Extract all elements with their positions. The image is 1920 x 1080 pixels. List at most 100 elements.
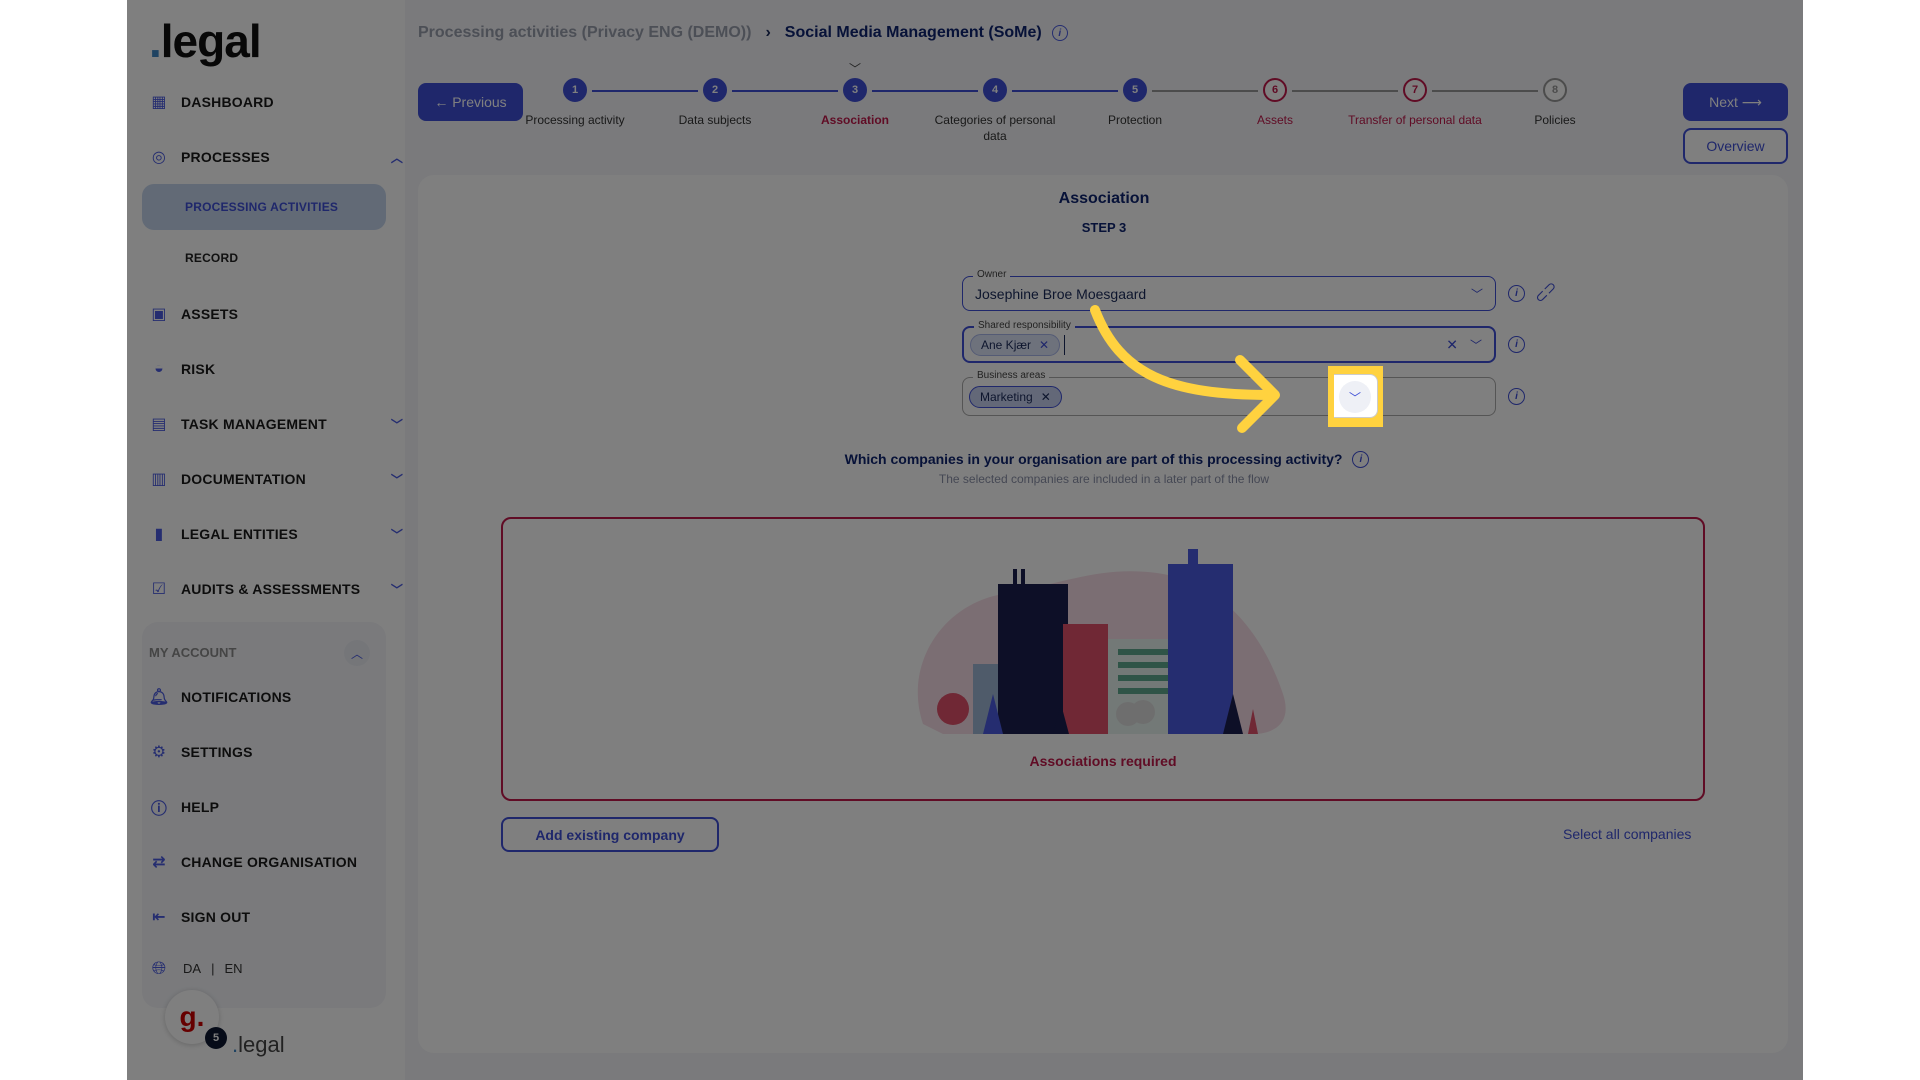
breadcrumb-separator: ›: [765, 24, 771, 41]
step-6[interactable]: 6 Assets: [1205, 60, 1345, 128]
sidebar-item-task-management[interactable]: ▤ TASK MANAGEMENT ﹀: [149, 409, 405, 439]
calendar-edit-icon: ▤: [151, 416, 167, 433]
buildings-icon: ▮: [154, 526, 164, 543]
step-8[interactable]: 8 Policies: [1485, 60, 1625, 128]
step-number: 4: [983, 78, 1007, 102]
step-indicator: STEP 3: [1081, 220, 1127, 235]
step-label: Processing activity: [525, 113, 625, 127]
sidebar-item-settings[interactable]: ⚙ SETTINGS: [149, 737, 253, 767]
shared-responsibility-label: Shared responsibility: [974, 320, 1075, 331]
info-icon[interactable]: i: [1508, 285, 1525, 302]
lang-da[interactable]: DA: [183, 961, 201, 976]
chevron-down-icon[interactable]: ﹀: [1339, 381, 1371, 413]
document-upload-icon: ▥: [151, 471, 167, 488]
sidebar-item-change-organisation[interactable]: ⇄ CHANGE ORGANISATION: [149, 847, 357, 877]
sidebar-item-help[interactable]: ⓘ HELP: [149, 792, 219, 822]
switch-icon: ⇄: [152, 854, 166, 871]
step-label: Protection: [1107, 113, 1163, 127]
step-5[interactable]: 5 Protection: [1065, 60, 1205, 128]
sidebar-item-audits[interactable]: ☑ AUDITS & ASSESSMENTS ﹀: [149, 574, 405, 604]
chevron-down-icon[interactable]: ﹀: [389, 581, 405, 597]
owner-label: Owner: [973, 269, 1011, 280]
sidebar-item-dashboard[interactable]: ▦ DASHBOARD: [149, 87, 274, 117]
info-icon[interactable]: i: [1051, 25, 1068, 41]
info-icon[interactable]: i: [1508, 336, 1525, 353]
chevron-down-icon[interactable]: ﹀: [1471, 285, 1483, 302]
step-number: 2: [703, 78, 727, 102]
sidebar-item-documentation[interactable]: ▥ DOCUMENTATION ﹀: [149, 464, 405, 494]
current-step-caret-icon: ﹀: [849, 62, 862, 76]
associations-required-box: Associations required: [501, 517, 1705, 801]
checklist-icon: ☑: [151, 581, 167, 598]
bell-icon: 🔔︎: [148, 689, 170, 706]
chevron-down-icon[interactable]: ﹀: [389, 471, 405, 487]
chevron-up-icon[interactable]: ︿: [389, 149, 405, 165]
dashboard-icon: ▦: [151, 94, 167, 111]
step-number: 1: [563, 78, 587, 102]
breadcrumb: Processing activities (Privacy ENG (DEMO…: [418, 24, 1068, 42]
globe-icon: 🌐︎: [151, 957, 167, 978]
step-number: 8: [1543, 78, 1567, 102]
step-2[interactable]: 2 Data subjects: [645, 60, 785, 128]
gear-icon: ⚙: [151, 744, 167, 761]
step-7[interactable]: 7 Transfer of personal data: [1345, 60, 1485, 128]
step-number: 7: [1403, 78, 1427, 102]
info-icon[interactable]: i: [1352, 451, 1370, 468]
sidebar-item-processes[interactable]: ◎ PROCESSES ︿: [149, 142, 405, 172]
app-logo[interactable]: .legal: [149, 14, 262, 68]
step-1[interactable]: 1 Processing activity: [505, 60, 645, 128]
sidebar-item-sign-out[interactable]: ⇤ SIGN OUT: [149, 902, 250, 932]
select-all-companies-link[interactable]: Select all companies: [1563, 826, 1691, 842]
breadcrumb-parent[interactable]: Processing activities (Privacy ENG (DEMO…: [418, 24, 751, 42]
chevron-down-icon[interactable]: ﹀: [389, 526, 405, 542]
stepper: 1 Processing activity 2 Data subjects ﹀ 3 Asso…: [405, 60, 1803, 160]
add-existing-company-button[interactable]: Add existing company: [501, 817, 719, 852]
sidebar-item-risk[interactable]: ◒ RISK: [149, 354, 215, 384]
app-window: .legal ▦ DASHBOARD ◎ PROCESSES ︿ PROCESS…: [127, 0, 1803, 1080]
main-content: Processing activities (Privacy ENG (DEMO…: [405, 0, 1803, 1080]
sidebar-item-notifications[interactable]: 🔔︎ NOTIFICATIONS: [148, 682, 292, 712]
sidebar-item-legal-entities[interactable]: ▮ LEGAL ENTITIES ﹀: [149, 519, 405, 549]
remove-chip-icon[interactable]: ✕: [1039, 338, 1049, 352]
chevron-up-icon[interactable]: ︿: [344, 640, 370, 666]
sidebar-item-assets[interactable]: ▣ ASSETS: [149, 299, 238, 329]
language-switcher: 🌐︎ DA | EN: [149, 958, 243, 978]
processes-icon: ◎: [151, 149, 167, 166]
step-number: 3: [843, 78, 867, 102]
text-cursor: [1064, 335, 1065, 355]
clear-icon[interactable]: ✕: [1446, 336, 1458, 353]
help-icon: ⓘ: [150, 801, 168, 818]
step-label: Assets: [1256, 113, 1293, 127]
chevron-down-icon[interactable]: ﹀: [1470, 336, 1482, 353]
sign-out-icon: ⇤: [152, 909, 166, 926]
step-label: Categories of personal data: [934, 113, 1056, 143]
sidebar-subitem-record[interactable]: RECORD: [185, 251, 238, 265]
chevron-down-icon[interactable]: ﹀: [389, 416, 405, 432]
remove-chip-icon[interactable]: ✕: [1041, 390, 1051, 404]
companies-subtitle: The selected companies are included in a…: [938, 472, 1270, 486]
associations-required-text: Associations required: [1029, 753, 1177, 769]
step-label: Data subjects: [678, 113, 752, 127]
highlight-dropdown-toggle[interactable]: ﹀: [1328, 366, 1383, 427]
footer-logo: .legal: [232, 1032, 285, 1057]
step-4[interactable]: 4 Categories of personal data: [925, 60, 1065, 144]
companies-question: Which companies in your organisation are…: [405, 451, 1803, 470]
shared-responsibility-chip: Ane Kjær ✕: [970, 333, 1061, 356]
lang-separator: |: [211, 960, 215, 976]
my-account-title: MY ACCOUNT: [149, 645, 237, 660]
breadcrumb-current: Social Media Management (SoMe): [784, 24, 1042, 41]
sidebar-subitem-processing-activities[interactable]: PROCESSING ACTIVITIES: [185, 200, 338, 214]
business-areas-label: Business areas: [973, 370, 1050, 381]
step-label: Policies: [1534, 113, 1576, 127]
assets-icon: ▣: [151, 306, 167, 323]
section-title: Association: [1058, 190, 1150, 207]
business-area-chip: Marketing ✕: [969, 385, 1062, 408]
step-number: 6: [1263, 78, 1287, 102]
info-icon[interactable]: i: [1508, 388, 1525, 405]
step-label: Association: [820, 113, 889, 127]
step-label: Transfer of personal data: [1348, 113, 1482, 127]
lang-en[interactable]: EN: [224, 961, 242, 976]
city-illustration: [917, 549, 1286, 734]
sidebar: .legal ▦ DASHBOARD ◎ PROCESSES ︿ PROCESS…: [127, 0, 405, 1080]
step-3[interactable]: ﹀ 3 Association: [785, 60, 925, 128]
